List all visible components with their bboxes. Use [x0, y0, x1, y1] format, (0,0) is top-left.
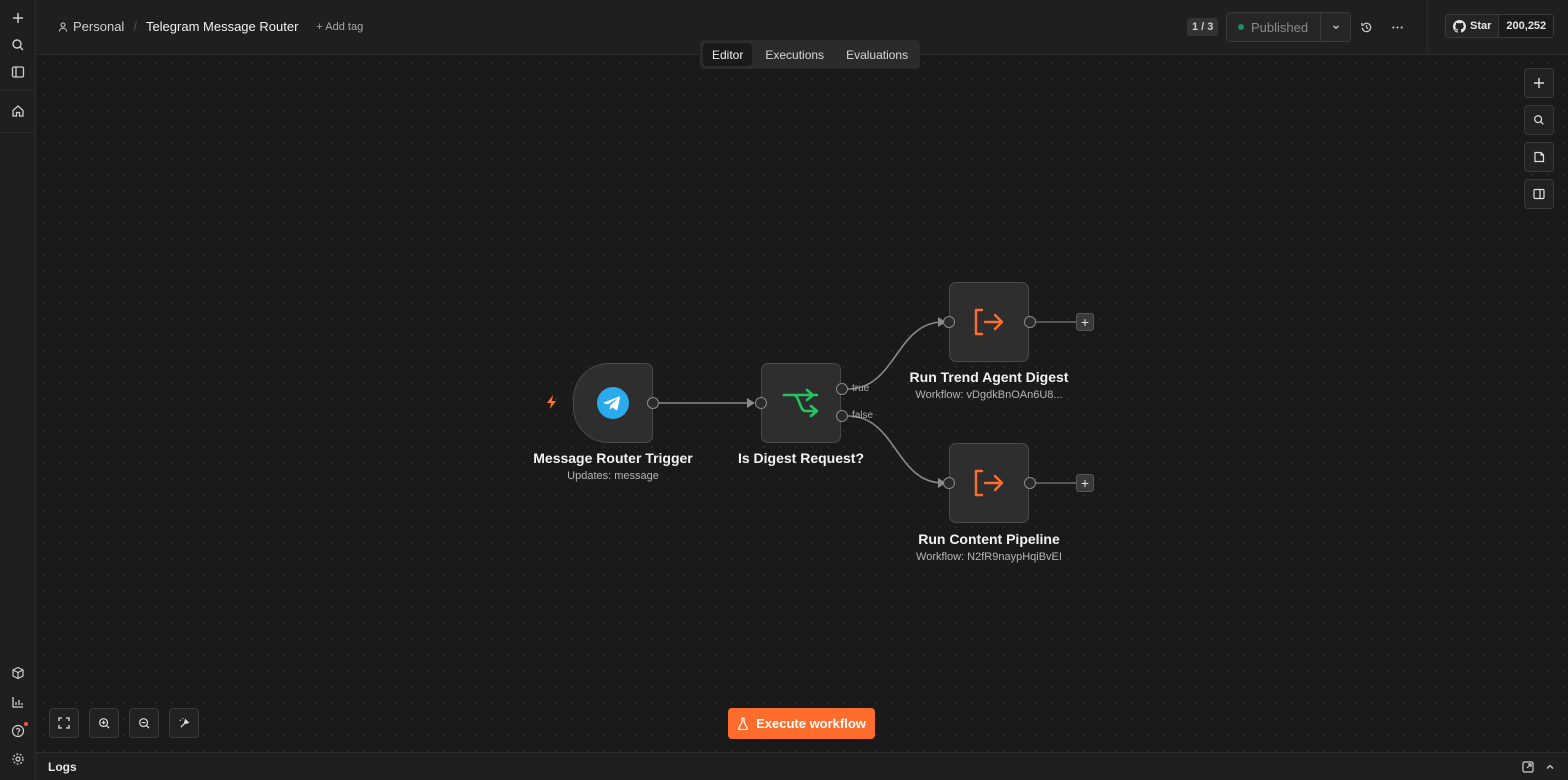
zoom-in-icon[interactable]: [89, 708, 119, 738]
rail-divider: [0, 132, 35, 133]
templates-icon[interactable]: [7, 662, 29, 684]
version-badge[interactable]: 1 / 3: [1187, 18, 1219, 36]
execute-workflow-button[interactable]: Execute workflow: [728, 708, 875, 739]
sticky-note-icon[interactable]: [1524, 142, 1554, 172]
trend-input-handle[interactable]: [943, 316, 955, 328]
header-divider: [1427, 0, 1428, 55]
node-subtitle: Workflow: vDgdkBnOAn6U8...: [915, 389, 1063, 401]
fit-view-icon[interactable]: [49, 708, 79, 738]
home-icon[interactable]: [7, 100, 29, 122]
node-message-router-trigger[interactable]: [573, 363, 653, 443]
true-branch-label: true: [852, 383, 870, 394]
view-tabs: Editor Executions Evaluations: [700, 40, 921, 69]
false-branch-label: false: [852, 410, 874, 421]
publish-status[interactable]: Published: [1227, 13, 1321, 41]
node-title: Message Router Trigger: [533, 450, 693, 466]
publish-status-label: Published: [1251, 19, 1309, 35]
left-sidebar: [0, 0, 36, 780]
add-node-button[interactable]: +: [1076, 474, 1094, 492]
node-subtitle: Workflow: N2fR9naypHqiBvEI: [916, 551, 1062, 563]
project-name: Personal: [73, 19, 125, 34]
sidebar-toggle-icon[interactable]: [7, 61, 29, 83]
node-title: Is Digest Request?: [737, 450, 865, 466]
github-icon: [1453, 19, 1466, 33]
settings-gear-icon[interactable]: [7, 748, 29, 770]
chevron-down-icon[interactable]: [1321, 22, 1350, 32]
execute-workflow-icon: [974, 469, 1004, 497]
logs-title: Logs: [48, 759, 77, 774]
project-link[interactable]: Personal: [58, 19, 124, 34]
breadcrumb-separator: /: [133, 19, 137, 34]
content-output-handle[interactable]: [1024, 477, 1036, 489]
publish-button[interactable]: Published: [1226, 12, 1351, 42]
logs-panel[interactable]: Logs: [36, 752, 1568, 780]
content-input-handle[interactable]: [943, 477, 955, 489]
insights-chart-icon[interactable]: [7, 691, 29, 713]
notification-dot: [24, 722, 28, 726]
tab-evaluations[interactable]: Evaluations: [837, 43, 917, 66]
tidy-up-icon[interactable]: [169, 708, 199, 738]
workflow-canvas[interactable]: Message Router Trigger Updates: message …: [36, 55, 1568, 752]
breadcrumb: Personal / Telegram Message Router + Add…: [58, 19, 363, 34]
search-icon[interactable]: [7, 34, 29, 56]
canvas-search-icon[interactable]: [1524, 105, 1554, 135]
add-node-panel-icon[interactable]: [1524, 68, 1554, 98]
if-input-handle[interactable]: [755, 397, 767, 409]
connection-arrow: [747, 398, 755, 408]
tab-executions[interactable]: Executions: [756, 43, 833, 66]
chevron-up-icon[interactable]: [1544, 760, 1556, 778]
pop-out-icon[interactable]: [1522, 760, 1534, 778]
more-options-icon[interactable]: [1387, 17, 1407, 37]
logs-controls: [1522, 760, 1556, 778]
n8n-app: Personal / Telegram Message Router + Add…: [0, 0, 1568, 780]
node-run-trend-agent-digest[interactable]: [949, 282, 1029, 362]
telegram-icon: [597, 387, 629, 419]
node-is-digest-request[interactable]: [761, 363, 841, 443]
panel-toggle-icon[interactable]: [1524, 179, 1554, 209]
zoom-out-icon[interactable]: [129, 708, 159, 738]
add-tag-button[interactable]: + Add tag: [316, 21, 363, 33]
workflow-title[interactable]: Telegram Message Router: [146, 19, 298, 34]
tab-editor[interactable]: Editor: [703, 43, 753, 66]
github-star[interactable]: Star: [1446, 15, 1500, 37]
add-node-button[interactable]: +: [1076, 313, 1094, 331]
add-icon[interactable]: [7, 7, 29, 29]
flask-icon: [738, 717, 749, 730]
node-title: Run Trend Agent Digest: [909, 369, 1069, 385]
github-star-label: Star: [1470, 20, 1492, 32]
execute-workflow-icon: [974, 308, 1004, 336]
trigger-output-handle[interactable]: [647, 397, 659, 409]
if-false-output-handle[interactable]: [836, 410, 848, 422]
node-run-content-pipeline[interactable]: [949, 443, 1029, 523]
rail-divider: [0, 90, 35, 91]
help-icon[interactable]: [7, 720, 29, 742]
if-branch-icon: [782, 388, 819, 418]
trend-output-handle[interactable]: [1024, 316, 1036, 328]
lightning-icon: [545, 394, 559, 415]
github-star-button[interactable]: Star 200,252: [1445, 14, 1555, 38]
node-title: Run Content Pipeline: [918, 531, 1060, 547]
if-true-output-handle[interactable]: [836, 383, 848, 395]
history-icon[interactable]: [1356, 17, 1376, 37]
user-icon: [59, 22, 67, 32]
published-status-dot: [1238, 24, 1244, 30]
github-star-count[interactable]: 200,252: [1499, 15, 1554, 37]
execute-workflow-label: Execute workflow: [756, 716, 866, 731]
node-subtitle: Updates: message: [567, 470, 659, 482]
